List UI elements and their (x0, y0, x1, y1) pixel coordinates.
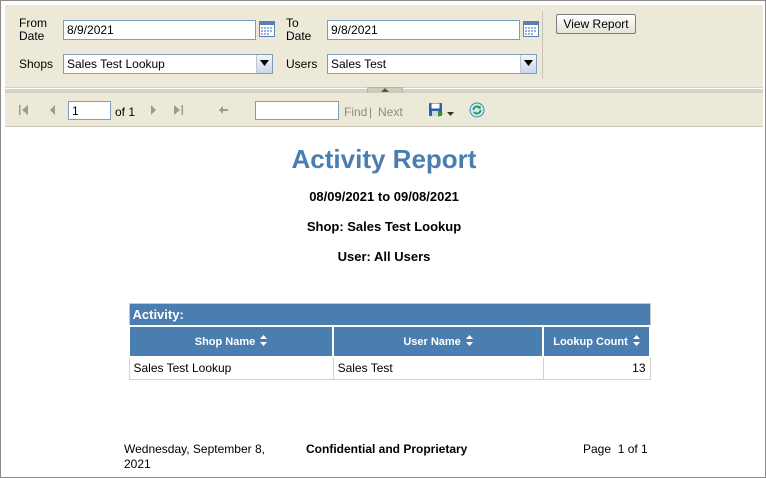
chevron-down-icon[interactable] (520, 55, 536, 73)
export-dropdown-icon[interactable] (447, 106, 454, 116)
column-header-label: Shop Name (194, 335, 256, 348)
users-select[interactable]: Sales Test (327, 54, 537, 74)
find-next-link[interactable]: Next (378, 105, 403, 119)
page-count: of 1 (115, 105, 136, 119)
shops-select-value: Sales Test Lookup (67, 57, 165, 71)
find-text-input[interactable] (255, 101, 339, 120)
sort-icon[interactable] (260, 334, 268, 349)
activity-table-caption: Activity: (128, 303, 651, 327)
column-header-user-name[interactable]: User Name (332, 325, 545, 358)
from-date-input[interactable]: 8/9/2021 (63, 20, 256, 40)
column-header-shop-name[interactable]: Shop Name (127, 325, 335, 358)
column-header-label: Lookup Count (553, 335, 628, 348)
refresh-icon[interactable] (469, 102, 485, 118)
column-header-label: User Name (403, 335, 461, 348)
footer-confidential: Confidential and Proprietary (306, 442, 468, 456)
from-date-label: From Date (19, 16, 47, 43)
users-select-value: Sales Test (331, 57, 387, 71)
export-save-icon[interactable] (428, 102, 444, 118)
find-separator: | (369, 105, 373, 119)
cell-shop-name: Sales Test Lookup (128, 356, 334, 380)
cell-user-name: Sales Test (332, 356, 544, 380)
column-header-lookup-count[interactable]: Lookup Count (542, 325, 651, 358)
parameter-panel: From Date 8/9/2021 To Date 9/8/2021 Shop… (5, 5, 763, 88)
view-report-button[interactable]: View Report (556, 14, 636, 34)
previous-page-icon[interactable] (46, 103, 60, 117)
report-toolbar: of 1 Find | Next (5, 93, 763, 127)
to-date-calendar-icon[interactable] (523, 21, 539, 37)
report-content: Activity Report 08/09/2021 to 09/08/2021… (5, 128, 763, 477)
to-date-label: To Date (286, 16, 312, 43)
report-date-range: 08/09/2021 to 09/08/2021 (309, 189, 459, 204)
activity-table: Activity: Shop Name User Name Lookup Cou… (127, 303, 651, 380)
back-icon[interactable] (216, 103, 230, 117)
first-page-icon[interactable] (17, 103, 31, 117)
find-link[interactable]: Find (344, 105, 367, 119)
shops-label: Shops (19, 57, 54, 71)
cell-lookup-count: 13 (542, 356, 651, 380)
parameter-divider (542, 11, 543, 79)
report-title: Activity Report (291, 144, 477, 174)
to-date-input[interactable]: 9/8/2021 (327, 20, 520, 40)
table-row: Sales Test Lookup Sales Test 13 (128, 356, 651, 380)
footer-page-number: Page 1 of 1 (583, 442, 648, 456)
sort-icon[interactable] (632, 334, 640, 349)
footer-date: Wednesday, September 8, 2021 (124, 442, 265, 471)
next-page-icon[interactable] (146, 103, 160, 117)
report-viewer: From Date 8/9/2021 To Date 9/8/2021 Shop… (0, 0, 766, 478)
from-date-calendar-icon[interactable] (259, 21, 275, 37)
shops-select[interactable]: Sales Test Lookup (63, 54, 273, 74)
page-number-input[interactable] (68, 101, 111, 120)
sort-icon[interactable] (465, 334, 473, 349)
report-user-line: User: All Users (337, 249, 431, 264)
report-shop-line: Shop: Sales Test Lookup (306, 219, 462, 234)
last-page-icon[interactable] (171, 103, 185, 117)
users-label: Users (286, 57, 318, 71)
chevron-down-icon[interactable] (256, 55, 272, 73)
